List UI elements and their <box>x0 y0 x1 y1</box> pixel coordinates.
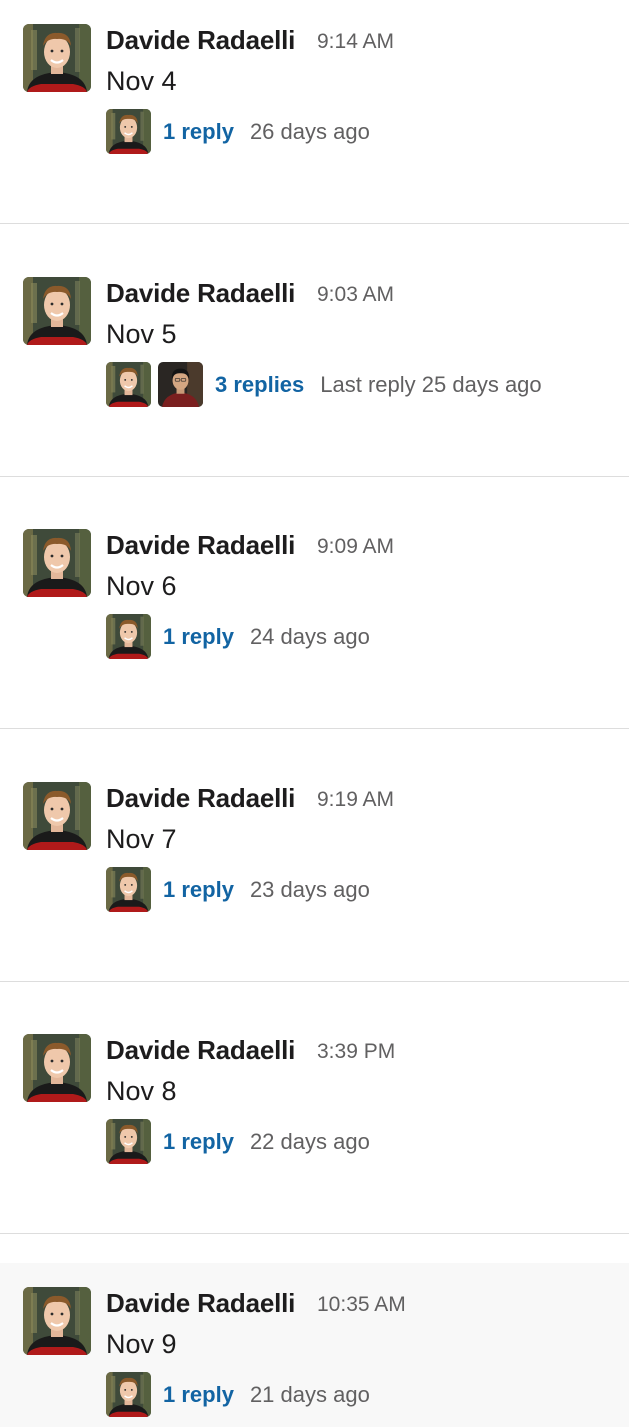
last-reply-time: 24 days ago <box>249 623 370 649</box>
timestamp[interactable]: 3:39 PM <box>317 1039 395 1065</box>
participant-avatar <box>158 362 203 407</box>
message-feed: Davide Radaelli 9:14 AM Nov 4 1 reply 26… <box>0 0 629 1427</box>
last-reply-time: 23 days ago <box>249 876 370 902</box>
message-text: Nov 8 <box>106 1076 177 1106</box>
last-reply-time: 21 days ago <box>249 1381 370 1407</box>
thread-summary[interactable]: 1 reply 26 days ago <box>106 109 370 154</box>
replies-link[interactable]: 1 reply <box>163 1129 234 1155</box>
last-reply-time: Last reply 25 days ago <box>320 371 542 397</box>
replies-link[interactable]: 1 reply <box>163 877 234 903</box>
author-name[interactable]: Davide Radaelli <box>106 1034 295 1066</box>
participant-avatar <box>106 109 151 154</box>
timestamp[interactable]: 9:03 AM <box>317 282 394 308</box>
timestamp[interactable]: 9:19 AM <box>317 787 394 813</box>
message[interactable]: Davide Radaelli 3:39 PM Nov 8 1 reply 22… <box>0 1010 629 1234</box>
message-text: Nov 4 <box>106 66 177 96</box>
replies-link[interactable]: 1 reply <box>163 624 234 650</box>
author-name[interactable]: Davide Radaelli <box>106 782 295 814</box>
message[interactable]: Davide Radaelli 9:14 AM Nov 4 1 reply 26… <box>0 0 629 224</box>
timestamp[interactable]: 9:09 AM <box>317 534 394 560</box>
avatar[interactable] <box>23 24 91 92</box>
message-text: Nov 9 <box>106 1329 177 1359</box>
participant-avatar <box>106 867 151 912</box>
message[interactable]: Davide Radaelli 9:09 AM Nov 6 1 reply 24… <box>0 505 629 729</box>
thread-summary[interactable]: 1 reply 23 days ago <box>106 867 370 912</box>
message-text: Nov 7 <box>106 824 177 854</box>
avatar[interactable] <box>23 277 91 345</box>
participant-avatar <box>106 1372 151 1417</box>
timestamp[interactable]: 10:35 AM <box>317 1292 406 1318</box>
last-reply-time: 22 days ago <box>249 1128 370 1154</box>
avatar[interactable] <box>23 1034 91 1102</box>
message[interactable]: Davide Radaelli 10:35 AM Nov 9 1 reply 2… <box>0 1263 629 1427</box>
thread-summary[interactable]: 3 replies Last reply 25 days ago <box>106 362 542 407</box>
thread-summary[interactable]: 1 reply 24 days ago <box>106 614 370 659</box>
replies-link[interactable]: 1 reply <box>163 119 234 145</box>
message-text: Nov 5 <box>106 319 177 349</box>
avatar[interactable] <box>23 529 91 597</box>
replies-link[interactable]: 1 reply <box>163 1382 234 1408</box>
author-name[interactable]: Davide Radaelli <box>106 529 295 561</box>
last-reply-time: 26 days ago <box>249 118 370 144</box>
message[interactable]: Davide Radaelli 9:19 AM Nov 7 1 reply 23… <box>0 758 629 982</box>
avatar[interactable] <box>23 782 91 850</box>
author-name[interactable]: Davide Radaelli <box>106 24 295 56</box>
thread-summary[interactable]: 1 reply 22 days ago <box>106 1119 370 1164</box>
timestamp[interactable]: 9:14 AM <box>317 29 394 55</box>
author-name[interactable]: Davide Radaelli <box>106 277 295 309</box>
message[interactable]: Davide Radaelli 9:03 AM Nov 5 3 replies … <box>0 253 629 477</box>
participant-avatar <box>106 362 151 407</box>
message-text: Nov 6 <box>106 571 177 601</box>
thread-summary[interactable]: 1 reply 21 days ago <box>106 1372 370 1417</box>
participant-avatar <box>106 1119 151 1164</box>
avatar[interactable] <box>23 1287 91 1355</box>
author-name[interactable]: Davide Radaelli <box>106 1287 295 1319</box>
participant-avatar <box>106 614 151 659</box>
replies-link[interactable]: 3 replies <box>215 372 304 398</box>
